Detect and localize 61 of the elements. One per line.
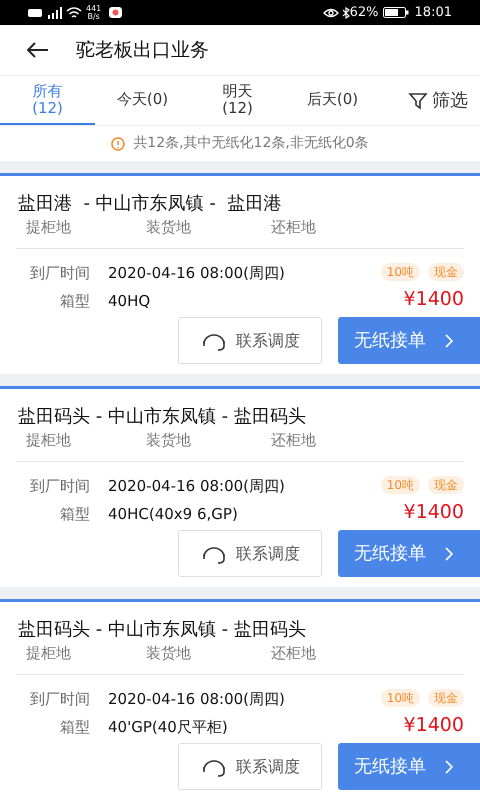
info-icon	[111, 136, 126, 150]
place-label: 装货地	[146, 217, 192, 238]
field-label: 箱型	[59, 291, 91, 311]
field-label: 到厂时间	[29, 476, 91, 496]
container-type: 40'GP(40尺平柜)	[108, 717, 228, 737]
arrival-time: 2020-04-16 08:00(周四)	[108, 476, 285, 496]
date-tab[interactable]: 明天 (12)	[190, 76, 285, 125]
accept-button[interactable]: 无纸接单	[338, 317, 480, 364]
accept-button[interactable]: 无纸接单	[338, 743, 480, 790]
place-label: 提柜地	[26, 643, 72, 664]
wifi-icon	[66, 6, 82, 18]
contact-button[interactable]: 联系调度	[178, 743, 322, 790]
accept-button[interactable]: 无纸接单	[338, 530, 480, 577]
price: ¥1400	[404, 287, 464, 311]
place-label: 还柜地	[271, 643, 316, 664]
tag: 现金	[428, 476, 464, 494]
eye-icon	[322, 8, 339, 18]
back-arrow-icon	[27, 42, 49, 58]
place-label: 还柜地	[271, 430, 316, 451]
arrival-time: 2020-04-16 08:00(周四)	[108, 689, 285, 709]
route-text: 盐田码头 - 中山市东凤镇 - 盐田码头	[18, 618, 307, 642]
date-tab[interactable]: 今天(0)	[95, 76, 190, 125]
place-label: 提柜地	[26, 430, 72, 451]
page-title: 驼老板出口业务	[76, 38, 209, 63]
bluetooth-icon	[342, 6, 350, 18]
filter-button[interactable]: 筛选	[408, 76, 468, 125]
field-label: 箱型	[59, 504, 91, 524]
price: ¥1400	[404, 500, 464, 524]
arrival-time: 2020-04-16 08:00(周四)	[108, 263, 285, 283]
battery-icon	[382, 7, 409, 18]
tag: 现金	[428, 689, 464, 707]
signal-icon	[46, 6, 62, 18]
field-label: 到厂时间	[29, 263, 91, 283]
place-label: 装货地	[146, 643, 192, 664]
tag: 10吨	[380, 689, 420, 707]
container-type: 40HQ	[108, 291, 150, 311]
summary-notice: 共12条,其中无纸化12条,非无纸化0条	[133, 134, 369, 153]
chevron-right-icon	[444, 546, 454, 562]
place-label: 装货地	[146, 430, 192, 451]
chevron-right-icon	[444, 332, 454, 348]
field-label: 到厂时间	[29, 689, 91, 709]
route-text: 盐田港 - 中山市东凤镇 - 盐田港	[18, 192, 282, 216]
field-label: 箱型	[59, 717, 91, 737]
tag: 10吨	[380, 263, 420, 281]
contact-button[interactable]: 联系调度	[178, 530, 322, 577]
app-icon	[109, 7, 122, 18]
tag: 现金	[428, 263, 464, 281]
tag: 10吨	[380, 476, 420, 494]
chevron-right-icon	[444, 758, 454, 774]
speed-unit: B/s	[87, 12, 100, 20]
date-tab[interactable]: 后天(0)	[285, 76, 380, 125]
price: ¥1400	[404, 713, 464, 737]
route-text: 盐田码头 - 中山市东凤镇 - 盐田码头	[18, 405, 307, 429]
network-speed: 441	[86, 4, 102, 12]
place-label: 还柜地	[271, 217, 316, 238]
place-label: 提柜地	[26, 217, 72, 238]
battery-percent: 62%	[350, 4, 379, 22]
container-type: 40HC(40x9 6,GP)	[108, 504, 238, 524]
clock: 18:01	[414, 4, 452, 22]
funnel-icon	[408, 90, 428, 110]
contact-button[interactable]: 联系调度	[178, 317, 322, 364]
